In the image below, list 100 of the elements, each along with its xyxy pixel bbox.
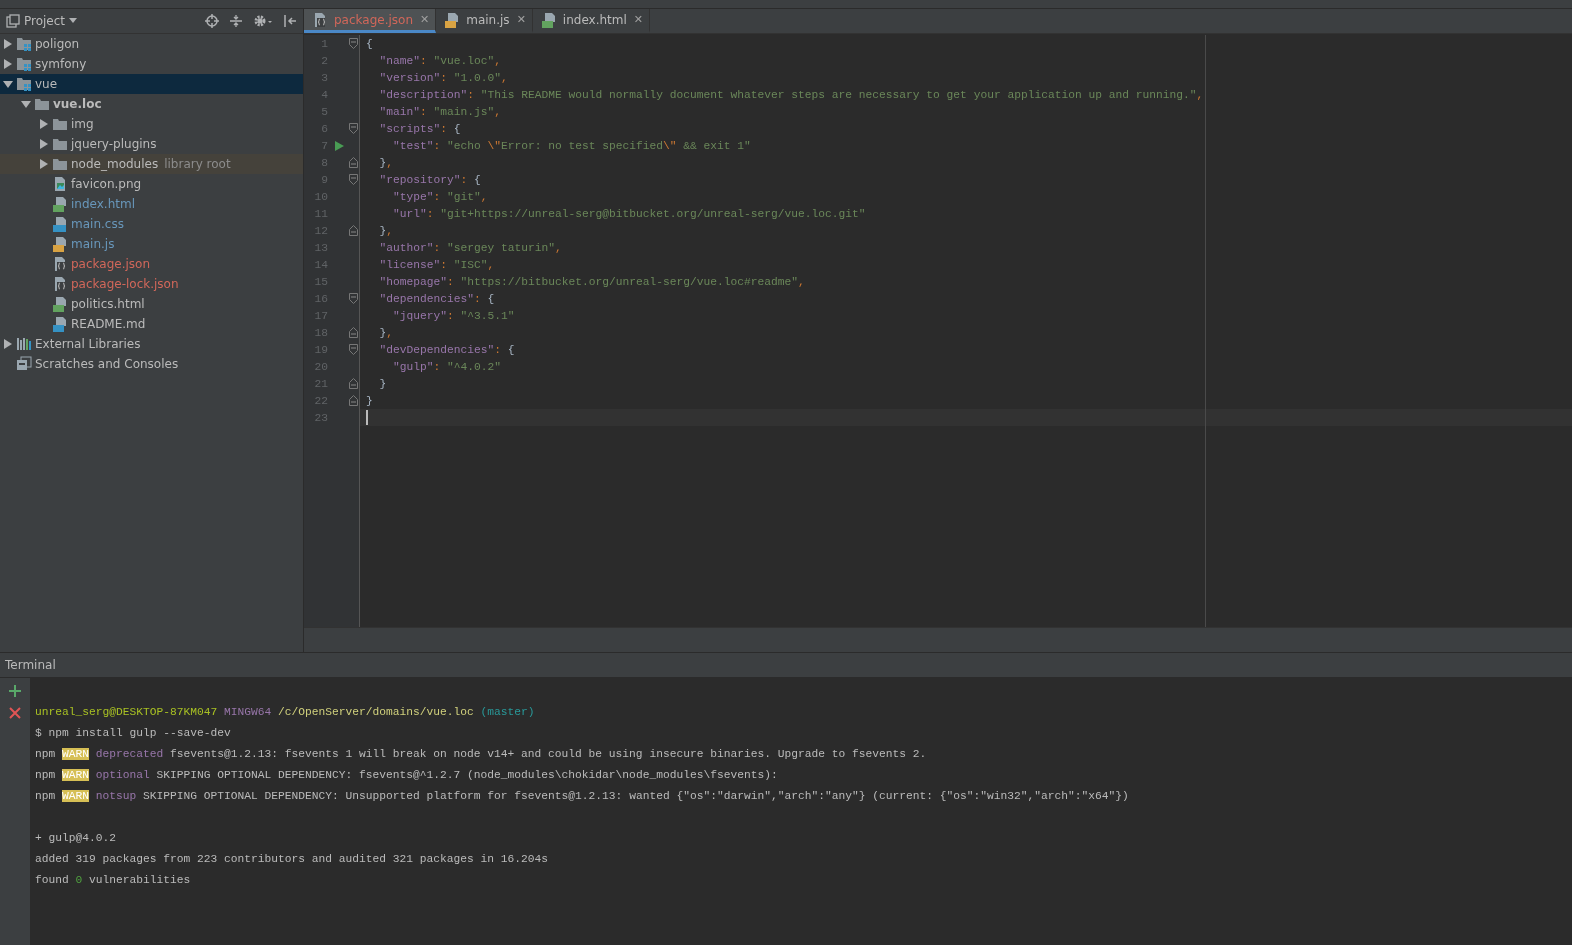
terminal-line: unreal_serg@DESKTOP-87KM047 MINGW64 /c/OpenServer/domains/vue.loc (master) [35,704,535,720]
html-file-icon [52,196,68,212]
code-line: } [378,377,387,390]
tree-item[interactable]: poligon [0,34,303,54]
code-line: "main": "main.js", [378,105,502,118]
close-tab-icon[interactable]: ✕ [420,13,430,26]
fold-icon[interactable] [349,378,358,389]
fold-icon[interactable] [349,174,358,185]
tree-item[interactable]: politics.html [0,294,303,314]
folder-icon [52,156,68,172]
tree-item[interactable]: main.js [0,234,303,254]
run-icon[interactable] [334,140,344,151]
caret-down-icon[interactable] [21,99,31,109]
collapse-all-icon[interactable] [229,14,243,28]
terminal-line: found 0 vulnerabilities [35,872,191,888]
item-label: symfony [35,57,87,71]
code-line: } [366,394,373,407]
terminal-line: $ npm install gulp --save-dev [35,725,231,741]
terminal-line: npm WARN optional SKIPPING OPTIONAL DEPENDENCY: fsevents@^1.2.7 (node_modules\chokidar\node_modules\fsevents): [35,767,778,783]
js-file-icon [52,236,68,252]
caret-right-icon[interactable] [3,59,13,69]
close-icon[interactable] [8,706,22,720]
item-label: img [71,117,94,131]
tree-item[interactable]: Scratches and Consoles [0,354,303,374]
tree-item[interactable]: favicon.png [0,174,303,194]
fold-icon[interactable] [349,157,358,168]
tree-item[interactable]: img [0,114,303,134]
close-tab-icon[interactable]: ✕ [516,13,526,26]
editor-tab[interactable]: main.js ✕ [436,9,533,33]
terminal-line: added 319 packages from 223 contributors and audited 321 packages in 16.204s [35,851,549,867]
editor-tab[interactable]: index.html ✕ [532,9,651,33]
close-tab-icon[interactable]: ✕ [633,13,644,26]
code-line: "name": "vue.loc", [378,54,502,67]
panel-title[interactable]: Project [24,14,66,28]
code-line: "scripts": { [378,122,461,135]
tree-item[interactable]: index.html [0,194,303,214]
terminal-line: + gulp@4.0.2 [35,830,116,846]
code-line: "description": "This README would normally document whatever steps are necessary to get your application up and running.", [378,88,1204,101]
text-cursor [366,410,368,425]
code-line: "author": "sergey taturin", [378,241,562,254]
tree-item[interactable]: package-lock.json [0,274,303,294]
caret-right-icon[interactable] [39,139,49,149]
code-line: "jquery": "^3.5.1" [392,309,515,322]
css-file-icon [52,216,68,232]
tree-item[interactable]: README.md [0,314,303,334]
tree-item[interactable]: jquery-plugins [0,134,303,154]
code-line: "homepage": "https://bitbucket.org/unreal-serg/vue.loc#readme", [378,275,805,288]
folder-icon [52,136,68,152]
terminal-line: npm WARN deprecated fsevents@1.2.13: fsevents 1 will break on node v14+ and could be using insecure binaries. Upgrade to fsevents 2. [35,746,927,762]
locate-icon[interactable] [205,14,219,28]
module-folder-icon [16,76,32,92]
code-line: { [366,37,373,50]
fold-icon[interactable] [349,123,358,134]
json-file-icon [52,256,68,272]
settings-icon[interactable] [253,14,273,28]
caret-down-icon[interactable] [3,79,13,89]
hide-panel-icon[interactable] [283,14,297,28]
tree-item[interactable]: External Libraries [0,334,303,354]
tree-item[interactable]: node_modules library root [0,154,303,174]
item-label: poligon [35,37,80,51]
caret-right-icon[interactable] [3,39,13,49]
item-label: package-lock.json [71,277,179,291]
libraries-icon [16,336,32,352]
code-line: "license": "ISC", [378,258,495,271]
dropdown-caret-icon[interactable] [69,18,78,24]
fold-icon[interactable] [349,327,358,338]
item-label: favicon.png [71,177,142,191]
json-file-icon [52,276,68,292]
fold-icon[interactable] [349,293,358,304]
fold-icon[interactable] [349,344,358,355]
tree-item[interactable]: vue [0,74,303,94]
fold-icon[interactable] [349,395,358,406]
folder-icon [52,116,68,132]
module-folder-icon [16,56,32,72]
add-icon[interactable] [8,684,22,698]
html-file-icon [540,11,557,28]
editor-tab[interactable]: package.json ✕ [304,9,437,33]
caret-right-icon[interactable] [39,119,49,129]
item-label: vue [35,77,58,91]
code-line: "gulp": "^4.0.2" [392,360,502,373]
caret-right-icon[interactable] [3,339,13,349]
item-label: jquery-plugins [71,137,157,151]
tree-item[interactable]: package.json [0,254,303,274]
fold-icon[interactable] [349,225,358,236]
item-label: README.md [71,317,146,331]
code-line: }, [378,224,394,237]
item-label: package.json [71,257,150,271]
code-line: "dependencies": { [378,292,495,305]
fold-icon[interactable] [349,38,358,49]
item-note: library root [164,157,231,171]
caret-right-icon[interactable] [39,159,49,169]
tree-item[interactable]: vue.loc [0,94,303,114]
module-folder-icon [16,36,32,52]
scratches-icon [16,356,32,372]
tree-item[interactable]: main.css [0,214,303,234]
tree-item[interactable]: symfony [0,54,303,74]
code-line: "repository": { [378,173,481,186]
md-file-icon [52,316,68,332]
json-file-icon [312,11,328,28]
item-label: politics.html [71,297,145,311]
